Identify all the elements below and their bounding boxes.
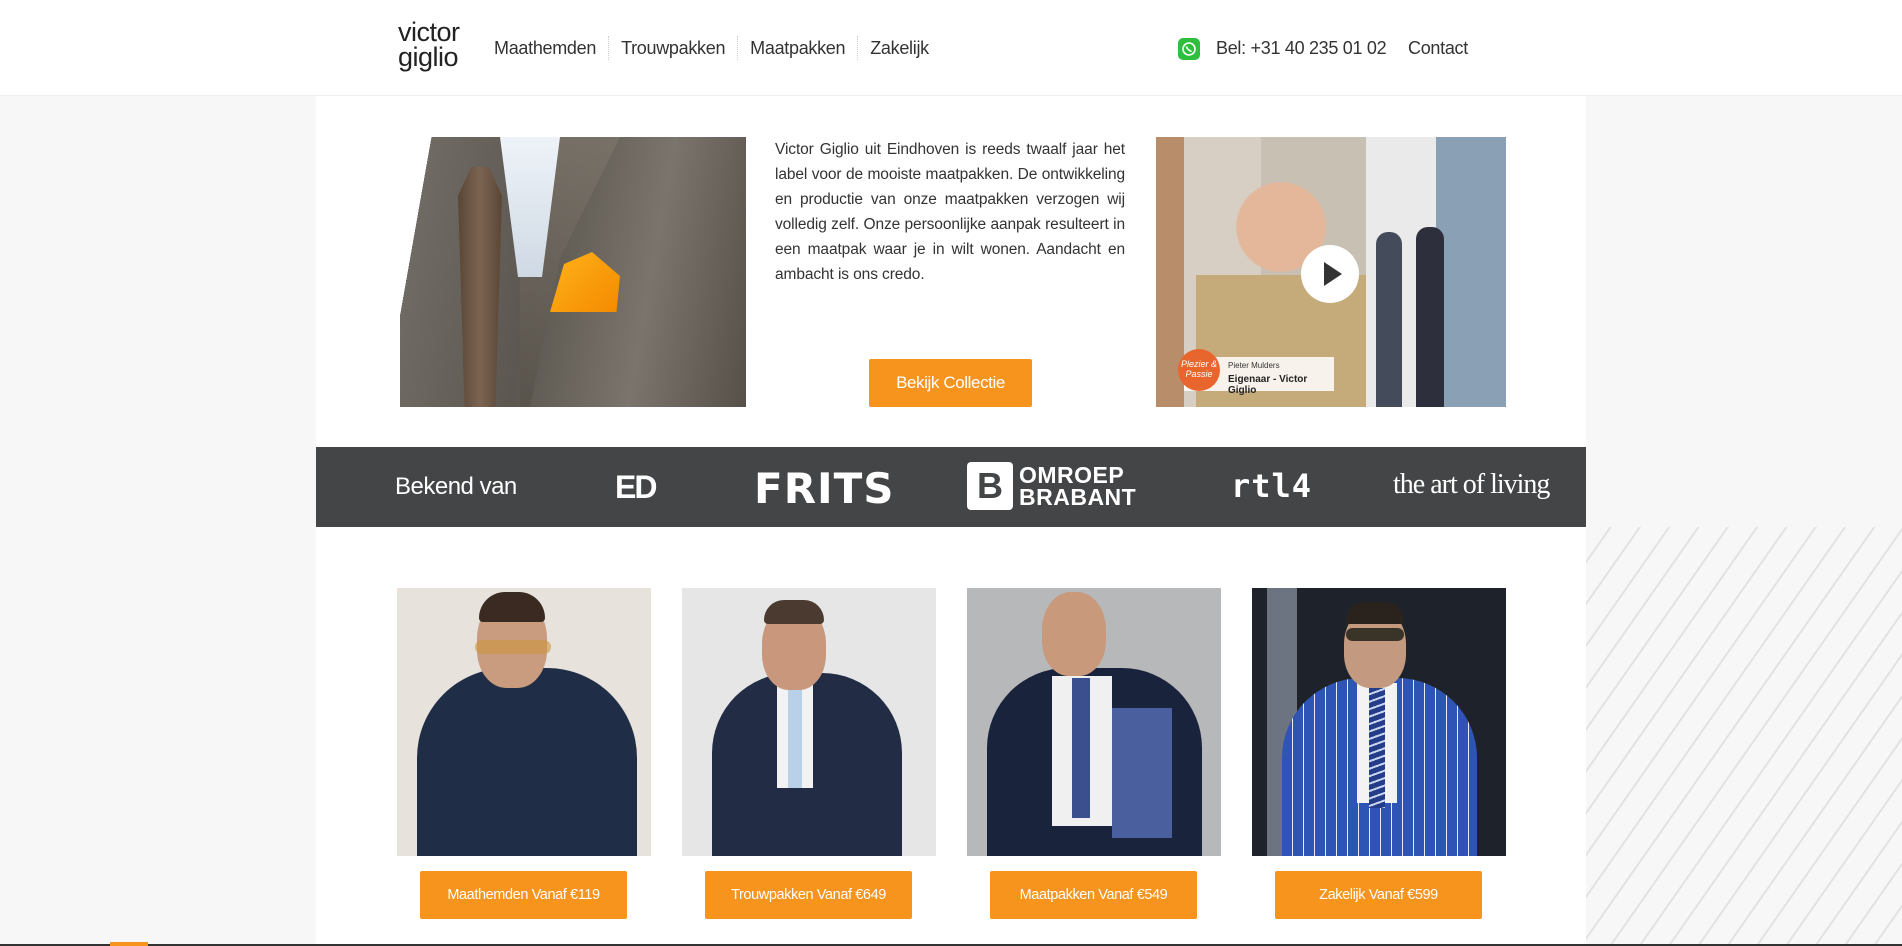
show-badge: Plezier & Passie bbox=[1178, 349, 1220, 391]
nav-trouwpakken[interactable]: Trouwpakken bbox=[608, 36, 737, 60]
video-caption: Plezier & Passie Pieter Mulders Eigenaar… bbox=[1178, 349, 1334, 396]
omroep-line-2: BRABANT bbox=[1019, 484, 1137, 510]
art-of-living-logo: the art of living bbox=[1393, 469, 1550, 500]
phone-number[interactable]: Bel: +31 40 235 01 02 bbox=[1216, 36, 1387, 60]
product-image-maatpakken[interactable] bbox=[967, 588, 1221, 856]
trouwpakken-button[interactable]: Trouwpakken Vanaf €649 bbox=[705, 871, 912, 919]
omroep-b-mark: B bbox=[967, 462, 1013, 510]
site-header: victor giglio Maathemden Trouwpakken Maa… bbox=[0, 0, 1902, 96]
zakelijk-button[interactable]: Zakelijk Vanaf €599 bbox=[1275, 871, 1482, 919]
site-logo[interactable]: victor giglio bbox=[398, 19, 468, 72]
omroep-line-1: OMROEP bbox=[1019, 462, 1125, 488]
maatpakken-button[interactable]: Maatpakken Vanaf €549 bbox=[990, 871, 1197, 919]
rtl4-logo: rtl4 bbox=[1231, 467, 1313, 505]
hero-suit-image bbox=[400, 137, 746, 407]
background-hatch bbox=[1586, 527, 1902, 946]
press-label: Bekend van bbox=[395, 473, 517, 500]
maathemden-button[interactable]: Maathemden Vanaf €119 bbox=[420, 871, 627, 919]
frits-logo: FRITS bbox=[754, 464, 895, 513]
play-icon[interactable] bbox=[1301, 245, 1359, 303]
video-player[interactable]: Plezier & Passie Pieter Mulders Eigenaar… bbox=[1156, 137, 1506, 407]
bottom-accent bbox=[110, 942, 148, 946]
caption-title: Eigenaar - Victor Giglio bbox=[1228, 374, 1308, 396]
nav-zakelijk[interactable]: Zakelijk bbox=[857, 36, 941, 60]
whatsapp-icon[interactable] bbox=[1178, 38, 1200, 60]
product-image-trouwpakken[interactable] bbox=[682, 588, 936, 856]
nav-maathemden[interactable]: Maathemden bbox=[494, 36, 608, 60]
nav-maatpakken[interactable]: Maatpakken bbox=[737, 36, 857, 60]
main-nav: Maathemden Trouwpakken Maatpakken Zakeli… bbox=[494, 36, 941, 60]
intro-text: Victor Giglio uit Eindhoven is reeds twa… bbox=[775, 141, 1125, 283]
ed-logo: ED bbox=[615, 469, 657, 505]
press-bar: Bekend van ED FRITS B OMROEP BRABANT rtl… bbox=[316, 447, 1586, 527]
omroep-brabant-logo: B OMROEP BRABANT bbox=[967, 462, 1136, 510]
view-collection-button[interactable]: Bekijk Collectie bbox=[869, 359, 1032, 407]
product-image-maathemden[interactable] bbox=[397, 588, 651, 856]
product-image-zakelijk[interactable] bbox=[1252, 588, 1506, 856]
contact-link[interactable]: Contact bbox=[1408, 36, 1468, 60]
caption-name: Pieter Mulders bbox=[1228, 361, 1280, 370]
logo-line-2: giglio bbox=[398, 42, 459, 72]
